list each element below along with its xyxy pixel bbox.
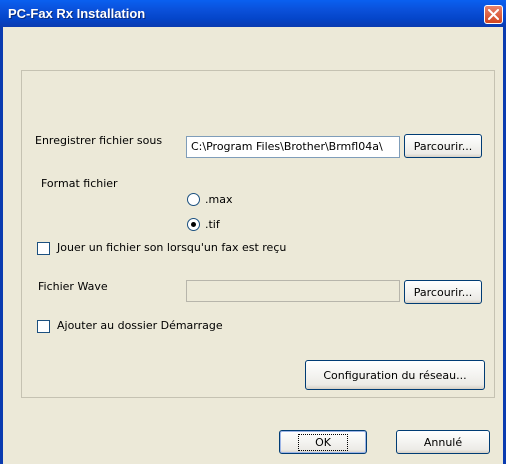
startup-checkbox[interactable] <box>37 320 50 333</box>
file-format-label: Format fichier <box>41 177 118 190</box>
wave-file-browse-button[interactable]: Parcourir... <box>404 280 482 304</box>
wave-file-browse-label: Parcourir... <box>413 285 473 299</box>
format-max-label[interactable]: .max <box>205 193 232 206</box>
cancel-button[interactable]: Annulé <box>396 430 490 454</box>
window-title: PC-Fax Rx Installation <box>8 6 146 21</box>
title-bar[interactable]: PC-Fax Rx Installation <box>0 0 506 27</box>
network-config-button[interactable]: Configuration du réseau... <box>305 360 485 390</box>
close-icon <box>488 9 499 20</box>
save-location-browse-button[interactable]: Parcourir... <box>404 134 482 158</box>
wave-file-field[interactable] <box>186 280 400 302</box>
settings-group <box>21 70 495 398</box>
ok-button[interactable]: OK <box>279 430 367 454</box>
play-sound-checkbox[interactable] <box>37 242 50 255</box>
format-max-radio[interactable] <box>187 193 200 206</box>
dialog-window: PC-Fax Rx Installation Enregistrer fichi… <box>0 0 506 464</box>
play-sound-label[interactable]: Jouer un fichier son lorsqu'un fax est r… <box>57 241 286 254</box>
format-tif-label[interactable]: .tif <box>205 218 220 231</box>
save-location-browse-label: Parcourir... <box>413 139 473 153</box>
cancel-label: Annulé <box>423 435 463 449</box>
save-location-field[interactable]: C:\Program Files\Brother\Brmfl04a\ <box>186 136 400 158</box>
window-border-left <box>0 27 3 464</box>
startup-label[interactable]: Ajouter au dossier Démarrage <box>57 319 223 332</box>
ok-label: OK <box>298 433 348 451</box>
wave-file-label: Fichier Wave <box>38 280 108 293</box>
save-location-label: Enregistrer fichier sous <box>35 134 163 147</box>
format-tif-radio[interactable] <box>187 218 200 231</box>
network-config-label: Configuration du réseau... <box>323 368 467 382</box>
close-button[interactable] <box>484 5 503 24</box>
